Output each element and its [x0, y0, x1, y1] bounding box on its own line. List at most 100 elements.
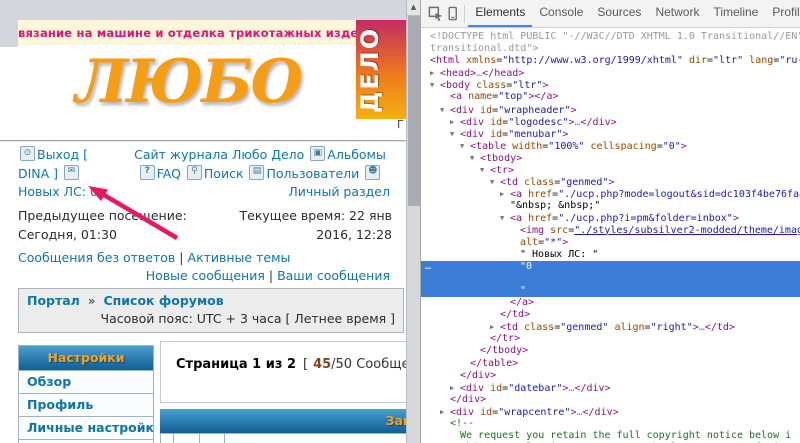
faq-link[interactable]: FAQ: [157, 166, 181, 181]
devtools-tabs: Elements Console Sources Network Timeline Pro…: [468, 0, 800, 27]
tab-network[interactable]: Network: [648, 0, 706, 27]
site-logo-vertical: ДЕЛО: [356, 20, 406, 119]
code-line[interactable]: ▼ <tr>: [421, 164, 800, 176]
search-link[interactable]: Поиск: [204, 166, 244, 181]
sidebar-item-4[interactable]: Личные: [19, 439, 153, 443]
code-line[interactable]: </tbody>: [421, 345, 800, 357]
search-icon[interactable]: [186, 164, 202, 180]
quicklinks-row-1: Сообщения без ответов | Активные темы: [18, 249, 290, 267]
collapse-arrow-icon[interactable]: ▼: [440, 104, 450, 116]
expand-arrow-icon[interactable]: ▶: [500, 188, 510, 200]
code-line[interactable]: ▶ <div id="datebar">…</div>: [421, 382, 800, 394]
ucp-link[interactable]: Личный раздел: [288, 184, 390, 199]
tab-elements[interactable]: Elements: [468, 0, 532, 27]
tab-sources[interactable]: Sources: [590, 0, 648, 27]
expand-arrow-icon[interactable]: ▶: [490, 321, 500, 333]
members-icon[interactable]: [249, 164, 265, 180]
site-tagline: вязание на машине и отделка трикотажных …: [18, 20, 356, 47]
code-line[interactable]: </td>: [421, 309, 800, 321]
separator: |: [268, 268, 274, 283]
unanswered-link[interactable]: Сообщения без ответов: [18, 250, 175, 265]
code-line[interactable]: ▶ <head>…</head>: [421, 67, 800, 79]
code-line[interactable]: ▼ <a href="./ucp.php?i=pm&folder=inbox">: [421, 212, 800, 224]
portal-link[interactable]: Портал: [27, 293, 80, 308]
code-line[interactable]: We request you retain the full copyright…: [421, 430, 800, 442]
expand-arrow-icon[interactable]: ▶: [430, 67, 440, 79]
code-line-selected[interactable]: ": [421, 284, 800, 298]
collapse-arrow-icon[interactable]: ▼: [490, 176, 500, 188]
tab-timeline[interactable]: Timeline: [706, 0, 765, 27]
logout-icon[interactable]: [20, 146, 35, 161]
expand-arrow-icon[interactable]: ▶: [450, 116, 460, 128]
code-line[interactable]: ▶ <a href="./ucp.php?mode=logout&sid=dc10…: [421, 188, 800, 200]
members-link[interactable]: Пользователи: [266, 166, 359, 181]
clipped-text-fragment: Г: [397, 118, 404, 131]
annotation-arrow-icon: [88, 186, 179, 240]
table-grid-line: [224, 434, 225, 443]
forum-page: вязание на машине и отделка трикотажных …: [0, 0, 406, 443]
active-topics-link[interactable]: Активные темы: [188, 250, 291, 265]
logout-link-user[interactable]: DINA ]: [18, 166, 58, 181]
collapse-arrow-icon[interactable]: ▼: [460, 140, 470, 152]
code-line[interactable]: </div>: [421, 394, 800, 406]
code-line-selected[interactable]: … "0: [421, 260, 800, 273]
code-line[interactable]: </tr>: [421, 333, 800, 345]
sidebar-item-3[interactable]: Личные настройки: [19, 416, 153, 439]
table-grid-line: [173, 434, 174, 443]
sidebar-item-2[interactable]: Профиль: [19, 393, 153, 416]
collapse-arrow-icon[interactable]: ▼: [480, 164, 490, 176]
selection-ellipsis: …: [425, 260, 433, 272]
code-line[interactable]: "&nbsp; &nbsp;": [421, 200, 800, 212]
collapse-arrow-icon[interactable]: ▼: [450, 128, 460, 140]
forum-list-link[interactable]: Список форумов: [103, 293, 223, 308]
logout-row: Выход [: [18, 146, 130, 165]
code-line[interactable]: ▼ <body class="ltr">: [421, 79, 800, 91]
faq-icon[interactable]: [139, 164, 155, 180]
code-line[interactable]: <a name="top"></a>: [421, 91, 800, 103]
code-line[interactable]: </a>: [421, 297, 800, 309]
scrollbar-thumb[interactable]: [408, 16, 420, 206]
code-line[interactable]: </table>: [421, 358, 800, 370]
site-journal-link[interactable]: Сайт журнала Любо Дело: [134, 147, 304, 162]
code-line[interactable]: ▶ <td class="genmed" align="right">…</td>: [421, 321, 800, 333]
code-line[interactable]: ▼ <div id="wrapheader">: [421, 104, 800, 116]
code-line-selected[interactable]: [421, 272, 800, 285]
inbox-icon[interactable]: [64, 164, 80, 180]
page-lead: Страница 1 из 2: [176, 357, 296, 372]
tab-console[interactable]: Console: [532, 0, 590, 27]
new-posts-link[interactable]: Новые сообщения: [146, 268, 265, 283]
scroll-up-button[interactable]: ▲: [407, 0, 420, 16]
bracket: [: [302, 357, 309, 372]
expand-arrow-icon[interactable]: ▶: [440, 406, 450, 418]
code-line[interactable]: ▶ <div id="wrapcentre">…</div>: [421, 406, 800, 418]
collapse-arrow-icon[interactable]: ▼: [430, 79, 440, 91]
collapse-arrow-icon[interactable]: ▼: [500, 212, 510, 224]
code-line[interactable]: <!DOCTYPE html PUBLIC "-//W3C//DTD XHTML…: [421, 31, 800, 43]
code-line[interactable]: ▶ <div id="logodesc">…</div>: [421, 116, 800, 128]
code-line[interactable]: " Новых ЛС: ": [421, 249, 800, 261]
code-line[interactable]: <!--: [421, 418, 800, 430]
albums-link[interactable]: Альбомы: [327, 147, 386, 162]
page-scrollbar[interactable]: ▲: [406, 0, 420, 443]
your-posts-link[interactable]: Ваши сообщения: [277, 268, 390, 283]
code-line[interactable]: ▼ <tbody>: [421, 152, 800, 164]
breadcrumb: Портал » Список форумов Часовой пояс: UT…: [18, 288, 404, 333]
profile-icon[interactable]: [365, 164, 381, 180]
code-line[interactable]: ▼ <div id="menubar">: [421, 128, 800, 140]
tab-profiles[interactable]: Profiles: [765, 0, 800, 27]
code-line[interactable]: </div>: [421, 370, 800, 382]
albums-icon[interactable]: [310, 146, 326, 161]
site-logo[interactable]: ЛЮБО: [18, 45, 358, 121]
logout-link[interactable]: Выход [: [37, 147, 88, 162]
code-line[interactable]: <img src="./styles/subsilver2-modded/the…: [421, 225, 800, 237]
code-line[interactable]: transitional.dtd">: [421, 43, 800, 55]
expand-arrow-icon[interactable]: ▶: [450, 382, 460, 394]
inspect-element-icon[interactable]: [427, 6, 444, 21]
code-line[interactable]: ▼ <table width="100%" cellspacing="0">: [421, 140, 800, 152]
sidebar-item-1[interactable]: Обзор: [19, 370, 153, 393]
device-toolbar-icon[interactable]: [444, 6, 461, 21]
code-line[interactable]: <html xmlns="http://www.w3.org/1999/xhtm…: [421, 55, 800, 67]
code-line[interactable]: alt="*">: [421, 237, 800, 249]
code-line[interactable]: ▼ <td class="genmed">: [421, 176, 800, 188]
collapse-arrow-icon[interactable]: ▼: [470, 152, 480, 164]
